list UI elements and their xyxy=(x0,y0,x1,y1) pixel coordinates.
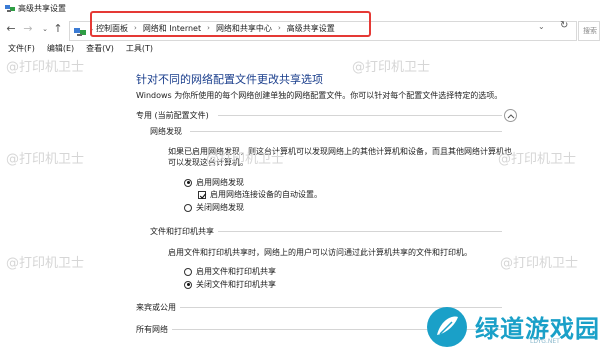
watermark-text: @打印机卫士 xyxy=(352,60,431,75)
radio-enable-network-discovery[interactable]: 启用网络发现 xyxy=(184,177,244,188)
menu-edit[interactable]: 编辑(E) xyxy=(47,43,74,57)
collapse-private-button[interactable] xyxy=(504,109,517,122)
all-networks-profile-label[interactable]: 所有网络 xyxy=(136,324,168,335)
guest-public-profile-label[interactable]: 来宾或公用 xyxy=(136,302,176,313)
subsection-divider xyxy=(218,231,502,232)
search-input[interactable]: 搜索 xyxy=(578,21,600,41)
radio-unselected-icon[interactable] xyxy=(184,203,192,212)
up-arrow-icon[interactable]: ↑ xyxy=(52,22,64,36)
radio-selected-icon[interactable] xyxy=(184,178,192,187)
chevron-up-icon xyxy=(507,114,515,119)
checkbox-auto-setup[interactable]: 启用网络连接设备的自动设置。 xyxy=(198,189,322,200)
radio-label: 启用文件和打印机共享 xyxy=(196,267,276,276)
radio-disable-file-printer-sharing[interactable]: 关闭文件和打印机共享 xyxy=(184,279,276,290)
menu-view[interactable]: 查看(V) xyxy=(86,43,114,57)
radio-enable-file-printer-sharing[interactable]: 启用文件和打印机共享 xyxy=(184,266,276,277)
file-printer-sharing-title: 文件和打印机共享 xyxy=(150,227,214,236)
brand-watermark: 绿道游戏园 LDYG.NET xyxy=(415,303,600,355)
watermark-text: @打印机卫士 xyxy=(498,152,577,167)
radio-disable-network-discovery[interactable]: 关闭网络发现 xyxy=(184,202,244,213)
menu-file[interactable]: 文件(F) xyxy=(8,43,35,57)
menu-bar: 文件(F) 编辑(E) 查看(V) 工具(T) xyxy=(0,43,600,57)
brand-logo-icon xyxy=(427,307,467,347)
refresh-icon[interactable]: ↻ xyxy=(560,20,568,31)
page-heading: 针对不同的网络配置文件更改共享选项 xyxy=(136,73,323,86)
radio-selected-icon[interactable] xyxy=(184,280,192,289)
private-profile-label[interactable]: 专用 (当前配置文件) xyxy=(136,110,209,121)
network-sharing-app-icon xyxy=(5,5,15,12)
address-dropdown-icon[interactable]: ⌄ xyxy=(538,22,545,31)
checkbox-label: 启用网络连接设备的自动设置。 xyxy=(210,190,322,199)
radio-label: 关闭文件和打印机共享 xyxy=(196,280,276,289)
brand-url: LDYG.NET xyxy=(530,338,560,345)
network-discovery-title: 网络发现 xyxy=(150,127,182,136)
radio-label: 启用网络发现 xyxy=(196,178,244,187)
breadcrumb-highlight-box xyxy=(90,11,371,37)
watermark-text: @打印机卫士 xyxy=(206,152,285,167)
checkbox-checked-icon[interactable] xyxy=(198,190,207,199)
radio-label: 关闭网络发现 xyxy=(196,203,244,212)
page-description: Windows 为你所使用的每个网络创建单独的网络配置文件。你可以针对每个配置文… xyxy=(136,91,503,100)
file-printer-sharing-desc: 启用文件和打印机共享时，网络上的用户可以访问通过此计算机共享的文件和打印机。 xyxy=(168,248,472,257)
subsection-divider xyxy=(190,131,502,132)
radio-unselected-icon[interactable] xyxy=(184,267,192,276)
watermark-text: @打印机卫士 xyxy=(6,60,85,75)
watermark-text: @打印机卫士 xyxy=(6,256,85,271)
back-arrow-icon[interactable]: ← xyxy=(5,22,17,36)
menu-tools[interactable]: 工具(T) xyxy=(126,43,153,57)
watermark-text: @打印机卫士 xyxy=(6,152,85,167)
section-divider xyxy=(218,115,502,116)
window-title: 高级共享设置 xyxy=(18,4,66,13)
watermark-text: @打印机卫士 xyxy=(500,256,579,271)
control-panel-icon xyxy=(74,28,86,36)
recent-chevron-icon[interactable]: ⌄ xyxy=(39,22,51,36)
forward-arrow-icon[interactable]: → xyxy=(22,22,34,36)
